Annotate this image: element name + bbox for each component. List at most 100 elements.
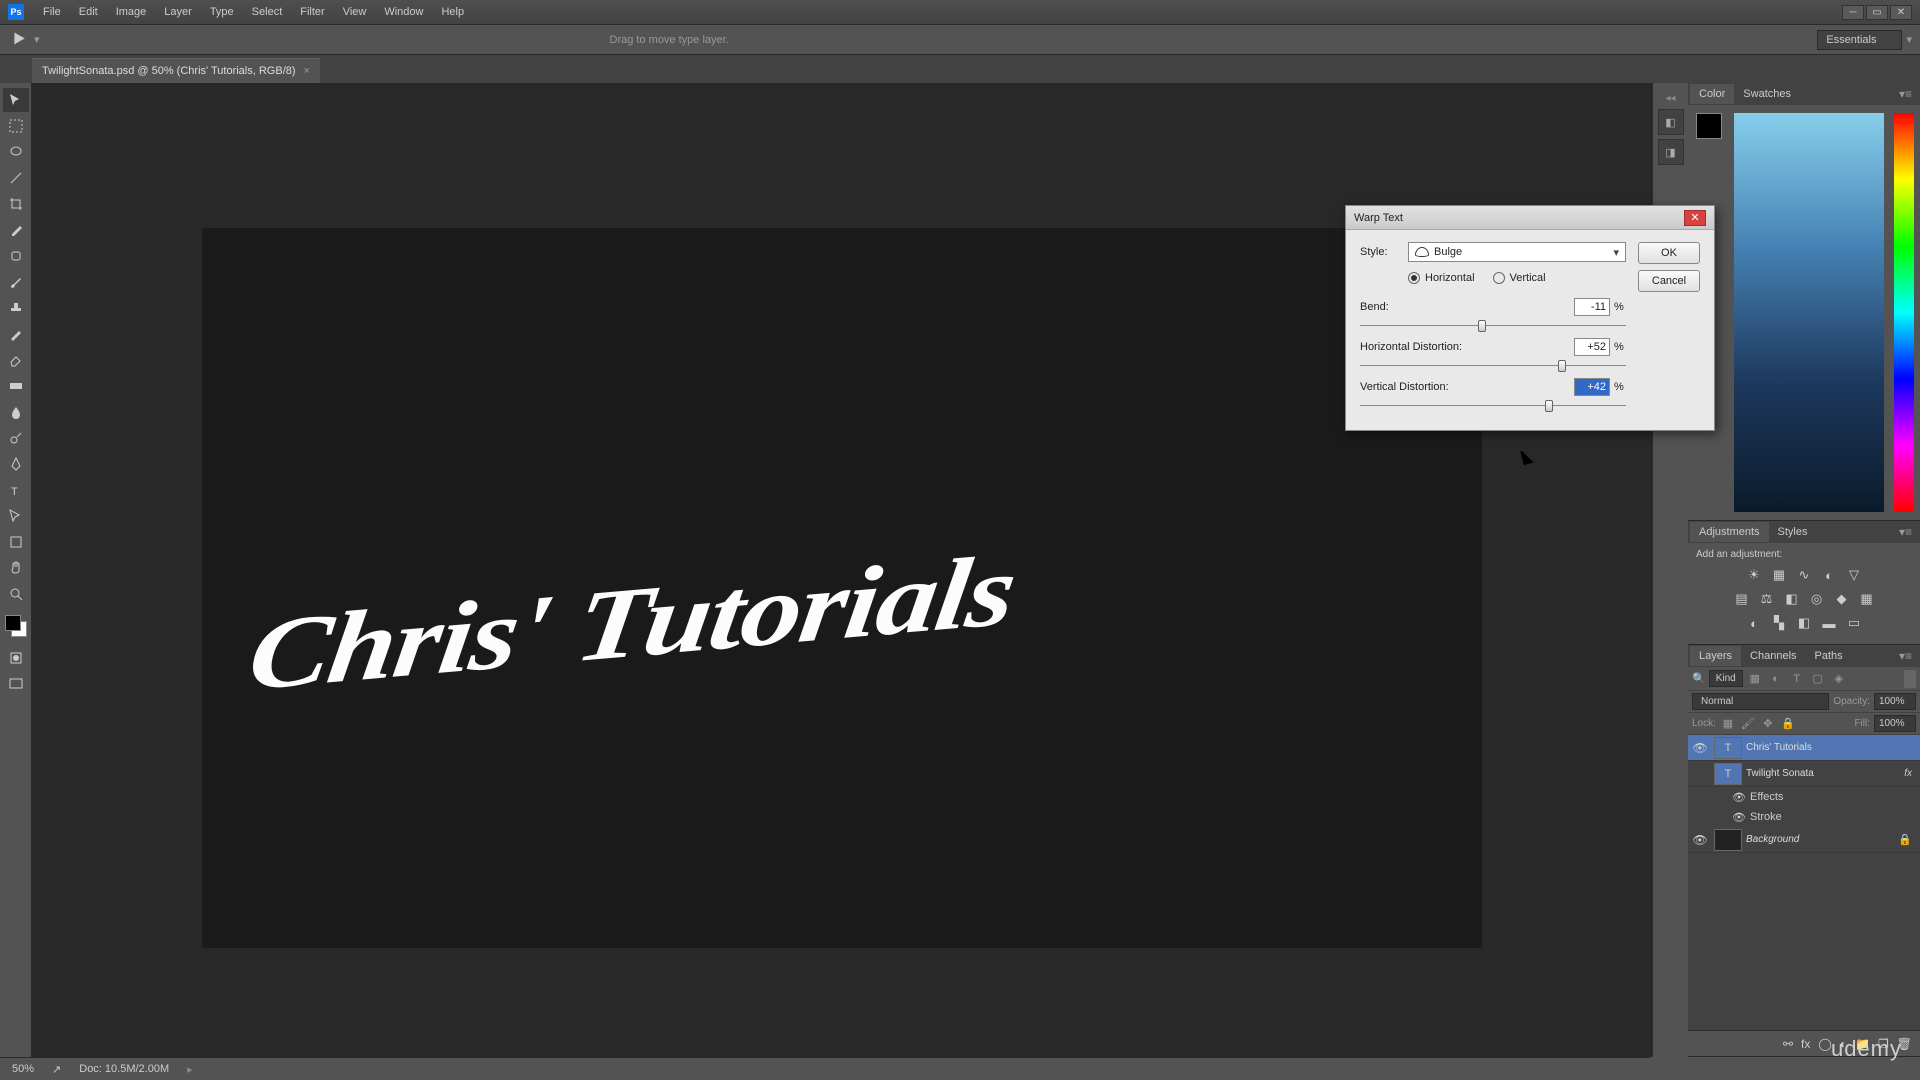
channel-mixer-icon[interactable]: ◆ xyxy=(1833,590,1851,608)
lock-image-icon[interactable]: 🖌 xyxy=(1740,716,1756,732)
screenmode-toggle[interactable] xyxy=(3,672,29,696)
vertical-radio[interactable]: Vertical xyxy=(1493,272,1546,284)
tab-color[interactable]: Color xyxy=(1690,84,1734,104)
filter-kind-select[interactable]: Kind xyxy=(1709,670,1743,687)
crop-tool[interactable] xyxy=(3,192,29,216)
slider-thumb[interactable] xyxy=(1478,320,1486,332)
color-balance-icon[interactable]: ⚖ xyxy=(1758,590,1776,608)
menu-help[interactable]: Help xyxy=(432,3,473,21)
threshold-icon[interactable]: ◧ xyxy=(1795,614,1813,632)
adj-panel-menu-icon[interactable]: ▾≡ xyxy=(1893,525,1918,539)
document-tab[interactable]: TwilightSonata.psd @ 50% (Chris' Tutoria… xyxy=(32,58,320,83)
workspace-selector[interactable]: Essentials xyxy=(1817,30,1902,50)
doc-info[interactable]: Doc: 10.5M/2.00M xyxy=(79,1063,169,1075)
color-fg-swatch[interactable] xyxy=(1696,113,1722,139)
history-brush-tool[interactable] xyxy=(3,322,29,346)
gradient-tool[interactable] xyxy=(3,374,29,398)
filter-shape-icon[interactable]: ▢ xyxy=(1809,670,1827,688)
menu-type[interactable]: Type xyxy=(201,3,243,21)
move-tool[interactable] xyxy=(3,88,29,112)
filter-smart-icon[interactable]: ◈ xyxy=(1830,670,1848,688)
marquee-tool[interactable] xyxy=(3,114,29,138)
param-slider[interactable] xyxy=(1360,318,1626,334)
lock-position-icon[interactable]: ✥ xyxy=(1760,716,1776,732)
menu-layer[interactable]: Layer xyxy=(155,3,201,21)
foreground-color-swatch[interactable] xyxy=(5,615,21,631)
minimize-button[interactable]: ─ xyxy=(1842,5,1864,20)
visibility-toggle[interactable]: 👁 xyxy=(1690,830,1710,850)
menu-window[interactable]: Window xyxy=(375,3,432,21)
bw-icon[interactable]: ◧ xyxy=(1783,590,1801,608)
foreground-background-colors[interactable] xyxy=(3,613,29,639)
slider-thumb[interactable] xyxy=(1558,360,1566,372)
move-tool-icon[interactable] xyxy=(8,31,26,49)
zoom-tool[interactable] xyxy=(3,582,29,606)
tab-channels[interactable]: Channels xyxy=(1741,646,1805,666)
blend-mode-select[interactable]: Normal xyxy=(1692,693,1829,710)
hand-tool[interactable] xyxy=(3,556,29,580)
workspace-menu-icon[interactable]: ▾ xyxy=(1906,33,1912,46)
eraser-tool[interactable] xyxy=(3,348,29,372)
style-select[interactable]: Bulge xyxy=(1408,242,1626,262)
tab-styles[interactable]: Styles xyxy=(1769,522,1817,542)
filter-pixel-icon[interactable]: ▦ xyxy=(1746,670,1764,688)
color-panel-menu-icon[interactable]: ▾≡ xyxy=(1893,87,1918,101)
invert-icon[interactable]: ◐ xyxy=(1745,614,1763,632)
properties-panel-icon[interactable]: ◨ xyxy=(1658,139,1684,165)
pen-tool[interactable] xyxy=(3,452,29,476)
lock-transparent-icon[interactable]: ▦ xyxy=(1720,716,1736,732)
effects-visibility-icon[interactable]: 👁 xyxy=(1732,791,1746,804)
layer-fx-icon[interactable]: fx xyxy=(1801,1037,1810,1051)
layer-name[interactable]: Chris' Tutorials xyxy=(1746,742,1918,753)
stroke-sublabel[interactable]: 👁Stroke xyxy=(1688,807,1920,827)
history-panel-icon[interactable]: ◧ xyxy=(1658,109,1684,135)
filter-adj-icon[interactable]: ◐ xyxy=(1767,670,1785,688)
curves-icon[interactable]: ∿ xyxy=(1795,566,1813,584)
tool-dropdown-icon[interactable]: ▾ xyxy=(34,33,40,46)
healing-tool[interactable] xyxy=(3,244,29,268)
layer-row[interactable]: 👁 Background 🔒 xyxy=(1688,827,1920,853)
horizontal-radio[interactable]: Horizontal xyxy=(1408,272,1475,284)
close-tab-icon[interactable]: × xyxy=(304,65,310,77)
canvas[interactable]: Chris' Tutorials xyxy=(202,228,1482,948)
layer-name[interactable]: Background xyxy=(1746,834,1898,845)
selective-color-icon[interactable]: ▭ xyxy=(1845,614,1863,632)
tab-layers[interactable]: Layers xyxy=(1690,646,1741,666)
lock-all-icon[interactable]: 🔒 xyxy=(1780,716,1796,732)
param-slider[interactable] xyxy=(1360,398,1626,414)
menu-select[interactable]: Select xyxy=(243,3,292,21)
color-lookup-icon[interactable]: ▦ xyxy=(1858,590,1876,608)
color-field[interactable] xyxy=(1734,113,1884,512)
menu-image[interactable]: Image xyxy=(107,3,156,21)
dialog-titlebar[interactable]: Warp Text ✕ xyxy=(1346,206,1714,230)
posterize-icon[interactable]: ▚ xyxy=(1770,614,1788,632)
type-tool[interactable]: T xyxy=(3,478,29,502)
dock-collapse-icon[interactable]: ◂◂ xyxy=(1653,93,1688,105)
layer-row[interactable]: T Twilight Sonata fx xyxy=(1688,761,1920,787)
menu-filter[interactable]: Filter xyxy=(291,3,333,21)
zoom-level[interactable]: 50% xyxy=(12,1063,34,1075)
magic-wand-tool[interactable] xyxy=(3,166,29,190)
eyedropper-tool[interactable] xyxy=(3,218,29,242)
dodge-tool[interactable] xyxy=(3,426,29,450)
gradient-map-icon[interactable]: ▬ xyxy=(1820,614,1838,632)
share-icon[interactable]: ↗ xyxy=(52,1063,61,1076)
ok-button[interactable]: OK xyxy=(1638,242,1700,264)
param-input[interactable] xyxy=(1574,378,1610,396)
stroke-visibility-icon[interactable]: 👁 xyxy=(1732,811,1746,824)
path-tool[interactable] xyxy=(3,504,29,528)
filter-switch[interactable] xyxy=(1904,670,1916,688)
layers-panel-menu-icon[interactable]: ▾≡ xyxy=(1893,649,1918,663)
fill-value[interactable]: 100% xyxy=(1874,715,1916,732)
close-window-button[interactable]: ✕ xyxy=(1890,5,1912,20)
param-input[interactable] xyxy=(1574,338,1610,356)
menu-edit[interactable]: Edit xyxy=(70,3,107,21)
param-slider[interactable] xyxy=(1360,358,1626,374)
tab-paths[interactable]: Paths xyxy=(1806,646,1852,666)
blur-tool[interactable] xyxy=(3,400,29,424)
param-input[interactable] xyxy=(1574,298,1610,316)
hue-icon[interactable]: ▤ xyxy=(1733,590,1751,608)
stamp-tool[interactable] xyxy=(3,296,29,320)
menu-file[interactable]: File xyxy=(34,3,70,21)
layer-thumb-icon[interactable]: T xyxy=(1714,763,1742,785)
